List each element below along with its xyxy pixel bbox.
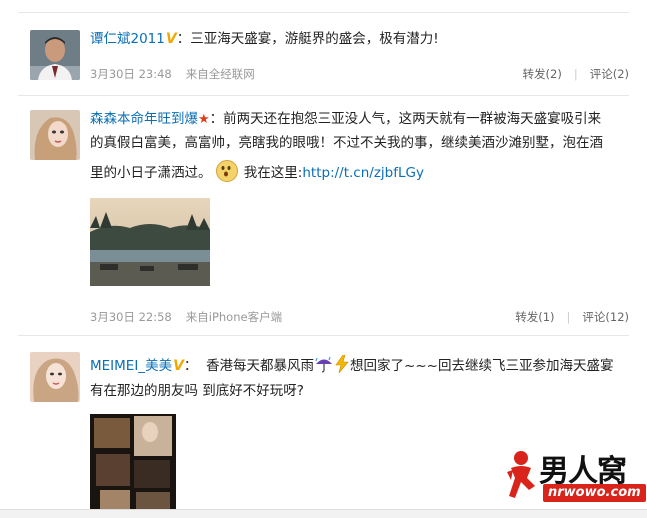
post-image-thumbnail[interactable] — [90, 198, 210, 286]
watermark-logo: 男人窝 nrwowo.com — [505, 448, 646, 510]
post-meta: 3月30日 22:58 来自iPhone客户端 — [90, 309, 282, 325]
repost-button[interactable]: 转发(2) — [523, 67, 562, 81]
post-actions: 转发(1) | 评论(12) — [515, 309, 629, 325]
post-body-line: 香港每天都暴风雨 — [206, 358, 315, 374]
post-body-line: 有在那边的朋友吗 到底好不好玩呀? — [90, 383, 304, 399]
avatar[interactable] — [30, 30, 80, 80]
separator: | — [566, 310, 571, 324]
comment-button[interactable]: 评论(12) — [582, 310, 629, 324]
post-divider — [18, 95, 629, 96]
post-source[interactable]: 来自iPhone客户端 — [186, 310, 282, 324]
author-name[interactable]: 谭仁斌2011 — [90, 31, 165, 47]
umbrella-rain-emoji-icon — [314, 355, 334, 381]
post-image-thumbnail[interactable] — [90, 414, 176, 510]
post-body-line: 我在这里: — [243, 165, 303, 181]
post-text-line3: 里的小日子潇洒过。 我在这里:http://t.cn/zjbfLGy — [90, 160, 629, 185]
post-divider — [18, 335, 629, 336]
bottom-scrollbar[interactable] — [0, 509, 647, 518]
verified-badge-icon: V — [173, 358, 184, 374]
author-name[interactable]: 森森本命年旺到爆 — [90, 111, 198, 127]
verified-badge-icon: V — [165, 31, 177, 47]
post-text: 森森本命年旺到爆★：前两天还在抱怨三亚没人气，这两天就有一群被海天盛宴吸引来 — [90, 107, 629, 132]
colon: ： — [209, 111, 224, 127]
separator: | — [573, 67, 578, 81]
post-text-line2: 有在那边的朋友吗 到底好不好玩呀? — [90, 379, 629, 403]
star-badge-icon: ★ — [198, 112, 210, 127]
post-time[interactable]: 3月30日 22:58 — [90, 310, 172, 324]
colon: ： — [176, 31, 191, 47]
watermark-url: nrwowo.com — [543, 484, 646, 502]
author-name[interactable]: MEIMEI_美美 — [90, 358, 172, 374]
post-body-line: 想回家了~~~回去继续飞三亚参加海天盛宴 — [350, 358, 614, 374]
post-time[interactable]: 3月30日 23:48 — [90, 67, 172, 81]
repost-button[interactable]: 转发(1) — [515, 310, 554, 324]
lightning-emoji-icon — [334, 354, 350, 381]
post-text: MEIMEI_美美V： 香港每天都暴风雨 想回家了~~~回去继续飞三亚参加海天盛… — [90, 354, 629, 381]
colon: ： — [183, 358, 198, 374]
post-body-line: 的真假白富美，高富帅，亮瞎我的眼哦！不过不关我的事，继续美酒沙滩别墅，泡在酒 — [90, 135, 603, 151]
post-body-line: 里的小日子潇洒过。 — [90, 165, 212, 181]
post-body: 三亚海天盛宴，游艇界的盛会，极有潜力! — [190, 31, 439, 47]
short-link[interactable]: http://t.cn/zjbfLGy — [302, 165, 424, 181]
surprised-face-emoji-icon — [215, 160, 238, 182]
post-meta: 3月30日 23:48 来自全经联网 — [90, 66, 255, 82]
post-source[interactable]: 来自全经联网 — [186, 67, 255, 81]
post-body-line: 前两天还在抱怨三亚没人气，这两天就有一群被海天盛宴吸引来 — [223, 111, 602, 127]
post-text: 谭仁斌2011V：三亚海天盛宴，游艇界的盛会，极有潜力! — [90, 27, 629, 51]
comment-button[interactable]: 评论(2) — [590, 67, 629, 81]
feed-top-divider — [18, 12, 629, 13]
mascot-icon — [507, 451, 535, 498]
post-text-line2: 的真假白富美，高富帅，亮瞎我的眼哦！不过不关我的事，继续美酒沙滩别墅，泡在酒 — [90, 131, 629, 155]
avatar[interactable] — [30, 110, 80, 160]
post-actions: 转发(2) | 评论(2) — [523, 66, 629, 82]
avatar[interactable] — [30, 352, 80, 402]
